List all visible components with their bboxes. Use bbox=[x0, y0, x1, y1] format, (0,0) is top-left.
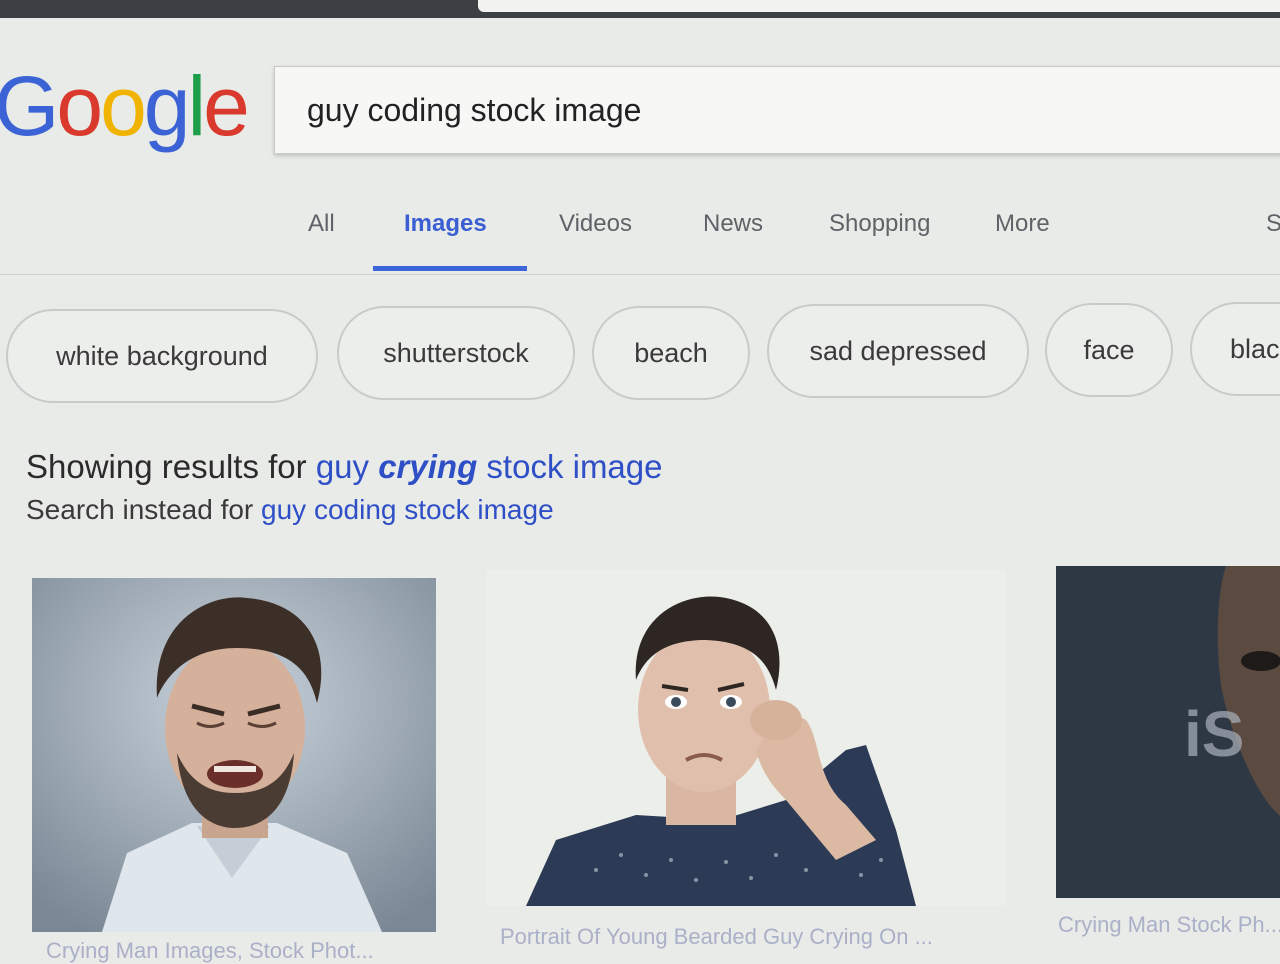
correction-prefix: Showing results for bbox=[26, 448, 316, 485]
chip-label: face bbox=[1083, 334, 1135, 365]
logo-letter: l bbox=[187, 59, 207, 153]
corrected-word: crying bbox=[378, 448, 478, 485]
chip-label: shutterstock bbox=[383, 337, 529, 368]
tab-news[interactable]: News bbox=[703, 210, 763, 238]
result-caption-1[interactable]: Crying Man Images, Stock Phot... bbox=[46, 938, 426, 964]
chip-white-background[interactable]: white background bbox=[6, 309, 318, 403]
search-instead: Search instead for guy coding stock imag… bbox=[26, 494, 554, 526]
logo-letter: o bbox=[100, 59, 147, 153]
tab-all[interactable]: All bbox=[308, 210, 335, 238]
logo-letter: o bbox=[56, 59, 103, 153]
result-caption-2[interactable]: Portrait Of Young Bearded Guy Crying On … bbox=[500, 924, 970, 950]
tab-images[interactable]: Images bbox=[404, 210, 487, 238]
chip-label: beach bbox=[634, 337, 708, 368]
google-logo[interactable]: Google bbox=[0, 59, 250, 153]
crying-man-photo bbox=[32, 578, 436, 932]
tab-shopping[interactable]: Shopping bbox=[829, 210, 930, 238]
result-caption-3[interactable]: Crying Man Stock Ph... bbox=[1058, 912, 1280, 938]
istock-watermark: iS bbox=[1184, 698, 1244, 770]
instead-prefix: Search instead for bbox=[26, 494, 262, 525]
chip-shutterstock[interactable]: shutterstock bbox=[337, 306, 575, 400]
result-image-2[interactable] bbox=[486, 570, 1006, 906]
chip-beach[interactable]: beach bbox=[592, 306, 750, 400]
chip-label: blac bbox=[1230, 333, 1280, 364]
result-image-1[interactable] bbox=[32, 578, 436, 932]
corrected-query-rest: stock image bbox=[486, 448, 663, 485]
chip-black[interactable]: blac bbox=[1190, 302, 1280, 396]
corrected-query-guy: guy bbox=[315, 448, 370, 485]
crying-man-dark-photo: iS bbox=[1056, 566, 1280, 898]
search-input[interactable] bbox=[305, 87, 1209, 133]
result-image-3[interactable]: iS bbox=[1056, 566, 1280, 898]
chip-sad-depressed[interactable]: sad depressed bbox=[767, 304, 1029, 398]
logo-letter: g bbox=[143, 59, 191, 153]
original-query-link[interactable]: guy coding stock image bbox=[261, 494, 554, 525]
active-tab-indicator bbox=[373, 266, 527, 271]
chip-face[interactable]: face bbox=[1045, 303, 1173, 397]
search-tabs: All Images Videos News Shopping More S bbox=[0, 200, 1280, 275]
tab-settings[interactable]: S bbox=[1266, 210, 1280, 238]
young-man-photo bbox=[486, 570, 1006, 906]
corrected-query-link[interactable]: guy crying stock image bbox=[316, 448, 663, 485]
chip-label: sad depressed bbox=[809, 335, 987, 366]
logo-letter: e bbox=[203, 59, 250, 153]
search-box bbox=[274, 66, 1280, 154]
chip-label: white background bbox=[56, 340, 268, 371]
tab-videos[interactable]: Videos bbox=[559, 210, 632, 238]
spelling-correction: Showing results for guy crying stock ima… bbox=[26, 448, 663, 486]
browser-top-bar bbox=[0, 0, 1280, 18]
browser-tab[interactable] bbox=[478, 0, 1280, 12]
tab-more[interactable]: More bbox=[995, 210, 1050, 238]
logo-letter: G bbox=[0, 59, 59, 153]
